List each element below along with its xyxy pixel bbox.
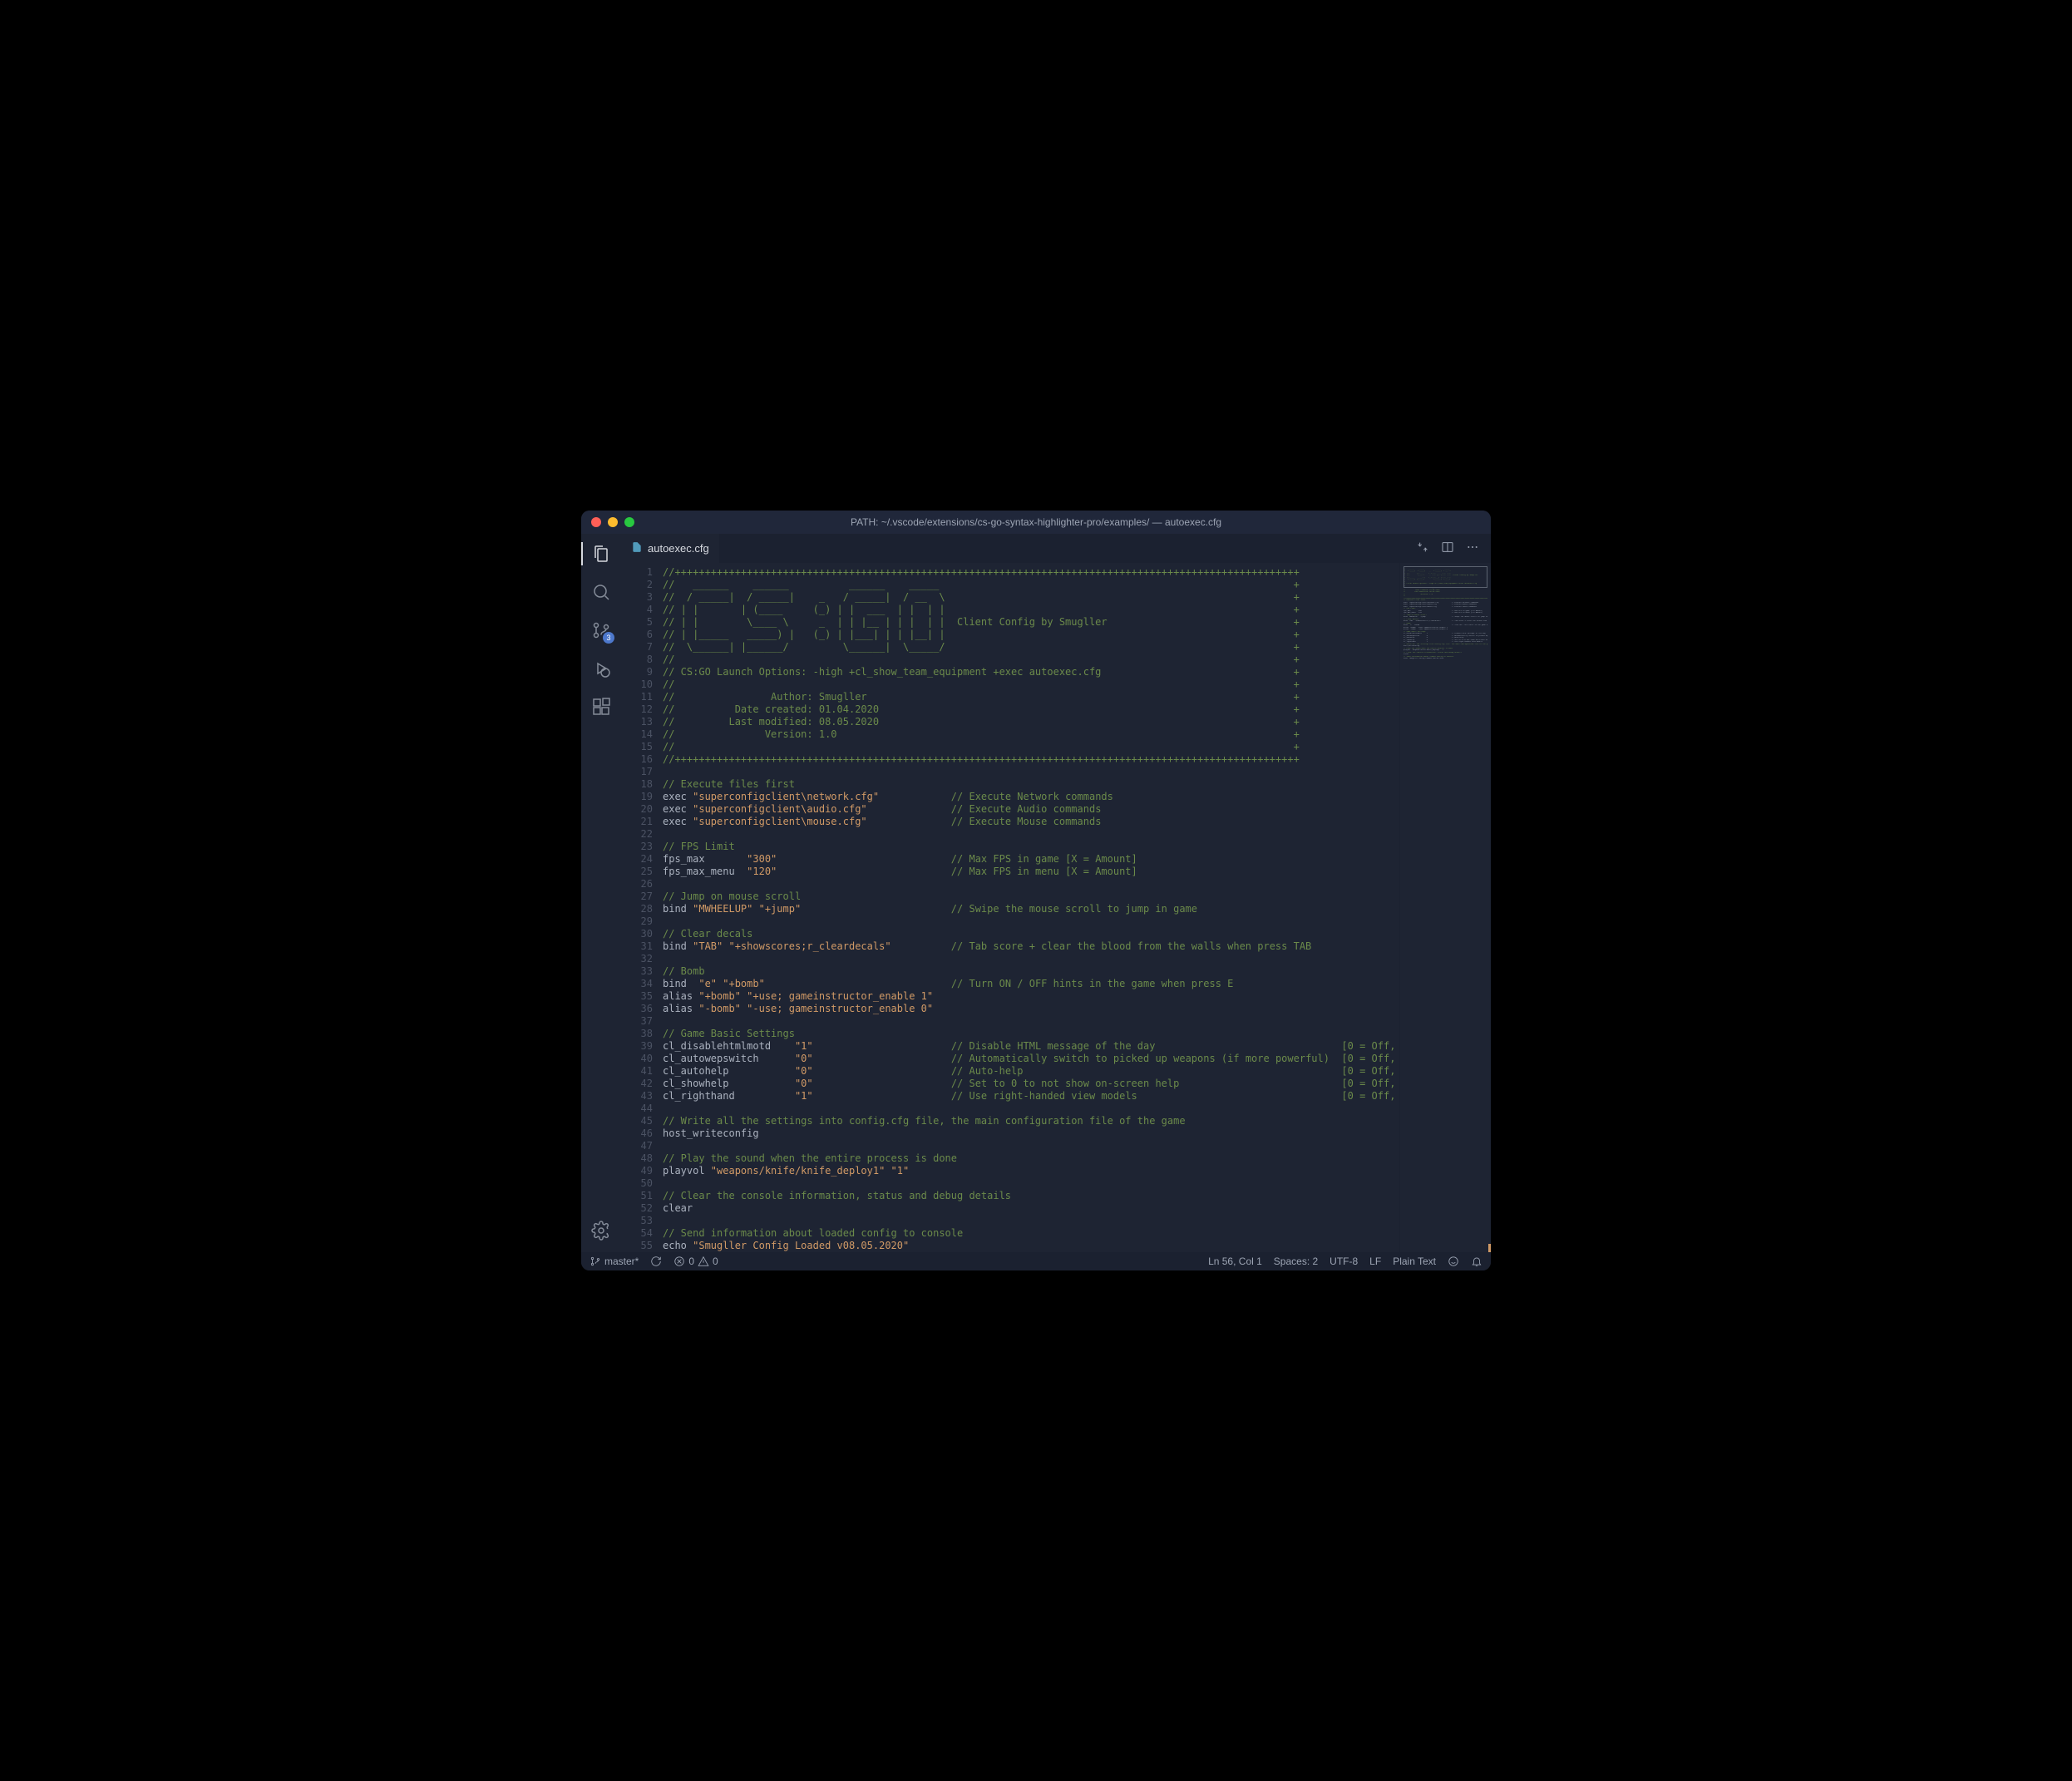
sync-icon[interactable]	[650, 1256, 662, 1267]
line-gutter: 1234567891011121314151617181920212223242…	[621, 563, 663, 1252]
branch-name: master*	[604, 1256, 639, 1267]
code-area[interactable]: //++++++++++++++++++++++++++++++++++++++…	[663, 563, 1399, 1252]
status-bar: master* 0 0 Ln 56, Col 1 Spaces: 2 UTF-8…	[581, 1252, 1491, 1270]
indentation[interactable]: Spaces: 2	[1274, 1256, 1318, 1267]
minimize-window-button[interactable]	[608, 517, 618, 527]
settings-gear-icon[interactable]	[590, 1219, 613, 1242]
titlebar: PATH: ~/.vscode/extensions/cs-go-syntax-…	[581, 511, 1491, 534]
file-icon	[631, 541, 643, 555]
source-control-icon[interactable]: 3	[590, 619, 613, 642]
main-body: 3 autoexec.cfg	[581, 534, 1491, 1252]
explorer-icon[interactable]	[590, 542, 613, 565]
minimap-highlight	[1488, 1244, 1491, 1252]
minimap-viewport[interactable]	[1404, 566, 1487, 588]
editor-group: autoexec.cfg 123456789101112131415161718…	[621, 534, 1491, 1252]
problems[interactable]: 0 0	[673, 1256, 718, 1267]
window-controls	[591, 517, 634, 527]
editor-actions	[1416, 534, 1491, 563]
notifications-icon[interactable]	[1471, 1256, 1482, 1267]
tab-bar: autoexec.cfg	[621, 534, 1491, 563]
git-branch[interactable]: master*	[590, 1256, 639, 1267]
editor[interactable]: 1234567891011121314151617181920212223242…	[621, 563, 1491, 1252]
tab-autoexec[interactable]: autoexec.cfg	[621, 534, 719, 563]
maximize-window-button[interactable]	[624, 517, 634, 527]
feedback-icon[interactable]	[1448, 1256, 1459, 1267]
split-editor-icon[interactable]	[1441, 540, 1454, 556]
minimap[interactable]: //++++++++++++++++++++++++++++++++++++++…	[1399, 563, 1491, 1252]
close-window-button[interactable]	[591, 517, 601, 527]
tab-label: autoexec.cfg	[648, 542, 709, 555]
app-window: PATH: ~/.vscode/extensions/cs-go-syntax-…	[581, 511, 1491, 1270]
cursor-position[interactable]: Ln 56, Col 1	[1208, 1256, 1262, 1267]
source-control-badge: 3	[603, 632, 614, 644]
extensions-icon[interactable]	[590, 695, 613, 718]
compare-changes-icon[interactable]	[1416, 540, 1429, 556]
eol[interactable]: LF	[1369, 1256, 1381, 1267]
encoding[interactable]: UTF-8	[1330, 1256, 1358, 1267]
search-icon[interactable]	[590, 580, 613, 604]
window-title: PATH: ~/.vscode/extensions/cs-go-syntax-…	[581, 516, 1491, 528]
activity-bar: 3	[581, 534, 621, 1252]
more-actions-icon[interactable]	[1466, 540, 1479, 556]
debug-icon[interactable]	[590, 657, 613, 680]
language-mode[interactable]: Plain Text	[1393, 1256, 1436, 1267]
